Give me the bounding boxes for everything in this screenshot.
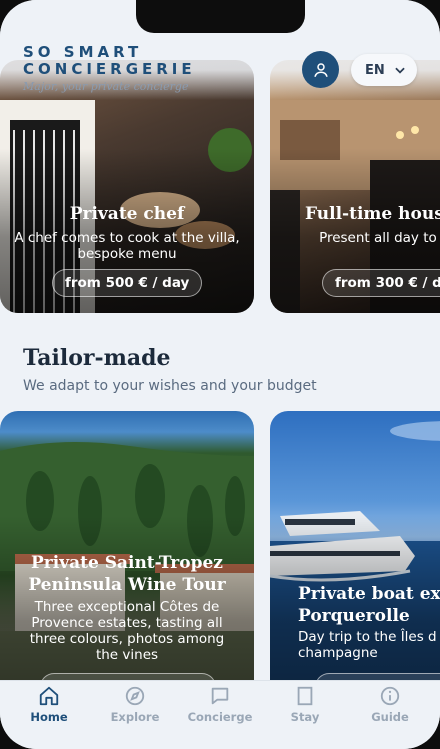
card-title: Private chef [69, 204, 185, 224]
card-title: Private Saint-Tropez Peninsula Wine Tour [28, 553, 226, 595]
card-description: Present all day to look villa [319, 230, 440, 246]
bottom-navigation: Home Explore Concierge Stay Guide [0, 680, 440, 749]
chevron-down-icon [395, 67, 405, 74]
card-shade [270, 411, 440, 711]
nav-label: Stay [290, 710, 320, 724]
card-description: A chef comes to cook at the villa, bespo… [14, 230, 240, 262]
price-pill[interactable]: from 300 € / d [322, 269, 440, 297]
experience-card-boat-excursion[interactable]: Private boat excu Porquerolle Day trip t… [270, 411, 440, 711]
section-subtitle: We adapt to your wishes and your budget [23, 378, 317, 394]
nav-label: Explore [110, 710, 160, 724]
language-value: EN [365, 62, 385, 78]
section-title: Tailor-made [23, 345, 171, 371]
nav-item-home[interactable]: Home [5, 681, 93, 741]
card-title: Private boat excu Porquerolle [298, 584, 440, 626]
card-title: Full-time housek [305, 204, 440, 224]
nav-item-explore[interactable]: Explore [91, 681, 179, 741]
brand-name: SO SMART [23, 43, 143, 61]
chat-icon [211, 687, 229, 705]
nav-label: Home [30, 710, 68, 724]
language-select[interactable]: EN [351, 54, 417, 86]
device-notch [136, 0, 305, 33]
nav-item-guide[interactable]: Guide [346, 681, 434, 741]
nav-label: Guide [371, 710, 409, 724]
user-icon [313, 62, 328, 77]
experience-card-wine-tour[interactable]: Private Saint-Tropez Peninsula Wine Tour… [0, 411, 254, 711]
door-icon [297, 686, 313, 706]
compass-icon [125, 686, 145, 706]
account-button[interactable] [302, 51, 339, 88]
price-pill[interactable]: from 500 € / day [52, 269, 203, 297]
card-description: Three exceptional Côtes de Provence esta… [29, 599, 225, 663]
brand-name-line2: CONCIERGERIE [23, 60, 196, 78]
brand-tagline: Major, your private concierge [23, 80, 189, 93]
nav-item-stay[interactable]: Stay [261, 681, 349, 741]
home-icon [39, 686, 59, 706]
nav-label: Concierge [187, 710, 253, 724]
nav-item-concierge[interactable]: Concierge [176, 681, 264, 741]
card-description: Day trip to the Îles d lunch and champag… [298, 629, 440, 661]
phone-screen: Private chef A chef comes to cook at the… [0, 0, 440, 749]
info-icon [380, 686, 400, 706]
